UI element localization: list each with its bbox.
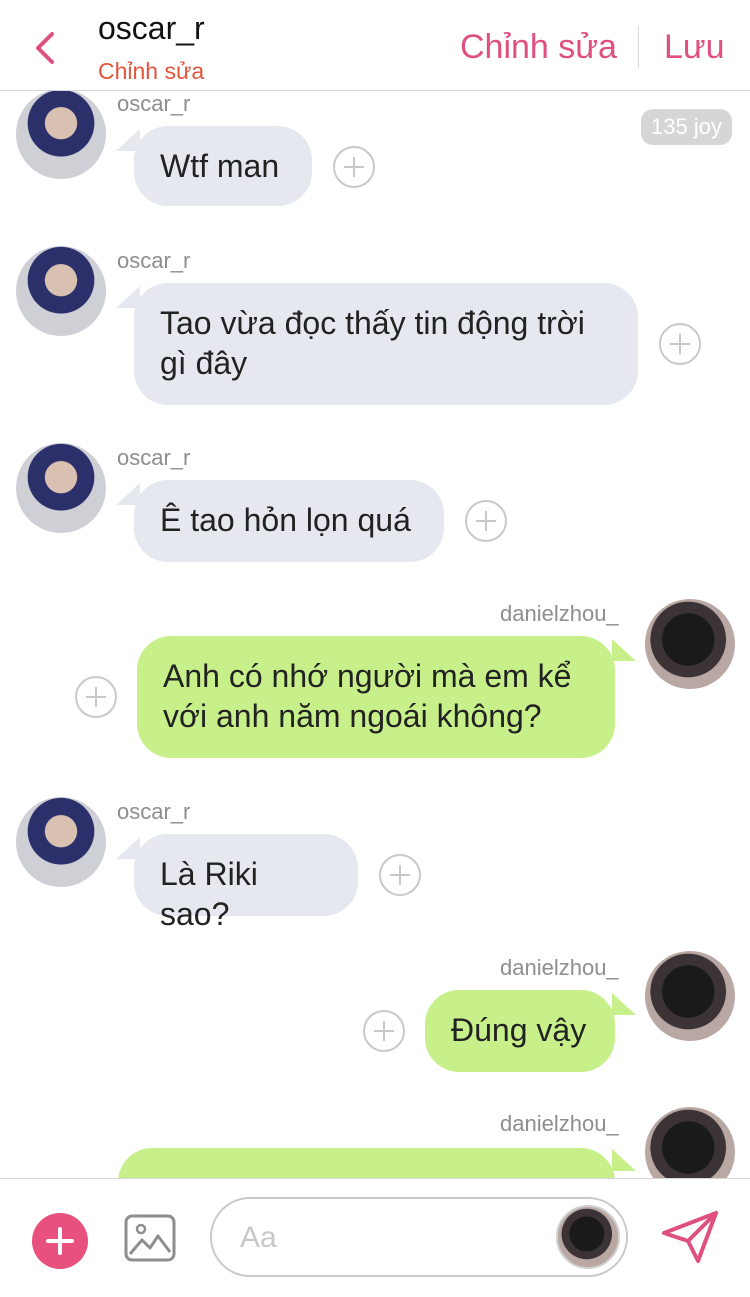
edit-button[interactable]: Chỉnh sửa: [460, 28, 617, 67]
image-icon[interactable]: [124, 1214, 176, 1262]
chevron-left-icon[interactable]: [28, 28, 64, 68]
chat-header: oscar_r Chỉnh sửa Chỉnh sửa Lưu: [0, 0, 750, 91]
message-text: gì đây: [160, 345, 248, 381]
sender-name: oscar_r: [117, 799, 191, 824]
bubble-tail: [612, 639, 636, 661]
paper-plane-icon[interactable]: [660, 1209, 720, 1265]
message-input[interactable]: [240, 1215, 540, 1261]
message-list[interactable]: 135 joy oscar_r Wtf man oscar_r Tao vừa …: [0, 91, 750, 1178]
avatar[interactable]: [645, 1107, 735, 1178]
avatar[interactable]: [645, 599, 735, 689]
bubble-tail: [612, 993, 636, 1015]
sender-name: oscar_r: [117, 248, 191, 273]
composer-bar: [0, 1178, 750, 1297]
message-text: Tao vừa đọc thấy tin động trời: [160, 305, 585, 341]
message-bubble[interactable]: Đúng vậy: [425, 990, 615, 1072]
avatar[interactable]: [16, 246, 106, 336]
save-button[interactable]: Lưu: [664, 28, 725, 67]
avatar[interactable]: [645, 951, 735, 1041]
avatar[interactable]: [16, 797, 106, 887]
message-text: Đúng vậy: [451, 1012, 587, 1048]
reaction-add-icon[interactable]: [363, 1010, 405, 1052]
reaction-add-icon[interactable]: [659, 323, 701, 365]
sender-name: danielzhou_: [500, 1111, 619, 1136]
message-input-box[interactable]: [210, 1197, 628, 1277]
sender-name: danielzhou_: [500, 955, 619, 980]
message-bubble[interactable]: Wtf man: [134, 126, 312, 206]
reaction-add-icon[interactable]: [333, 146, 375, 188]
message-text: Ê tao hỏn lọn quá: [160, 502, 411, 538]
reaction-add-icon[interactable]: [75, 676, 117, 718]
message-text: với anh năm ngoái không?: [163, 698, 542, 734]
avatar[interactable]: [556, 1205, 620, 1269]
message-bubble[interactable]: Tao vừa đọc thấy tin động trời gì đây: [134, 283, 638, 405]
message-bubble[interactable]: Là Riki sao?: [134, 834, 358, 932]
sender-name: oscar_r: [117, 91, 191, 116]
header-divider: [638, 26, 639, 68]
message-text: Anh có nhớ người mà em kể: [163, 658, 572, 694]
message-bubble[interactable]: Anh có nhớ người mà em kể với anh năm ng…: [137, 636, 615, 758]
sender-name: oscar_r: [117, 445, 191, 470]
message-bubble[interactable]: Ê tao hỏn lọn quá: [134, 480, 444, 562]
message-text: Là Riki sao?: [160, 856, 258, 932]
joy-badge: 135 joy: [641, 109, 732, 145]
message-text: Wtf man: [160, 148, 280, 184]
reaction-add-icon[interactable]: [465, 500, 507, 542]
plus-circle-icon[interactable]: [32, 1213, 88, 1269]
chat-subtitle[interactable]: Chỉnh sửa: [98, 58, 204, 85]
avatar[interactable]: [16, 443, 106, 533]
chat-title: oscar_r: [98, 10, 205, 46]
avatar[interactable]: [16, 91, 106, 179]
sender-name: danielzhou_: [500, 601, 619, 626]
reaction-add-icon[interactable]: [379, 854, 421, 896]
bubble-tail: [612, 1149, 636, 1171]
message-bubble[interactable]: [118, 1148, 615, 1178]
